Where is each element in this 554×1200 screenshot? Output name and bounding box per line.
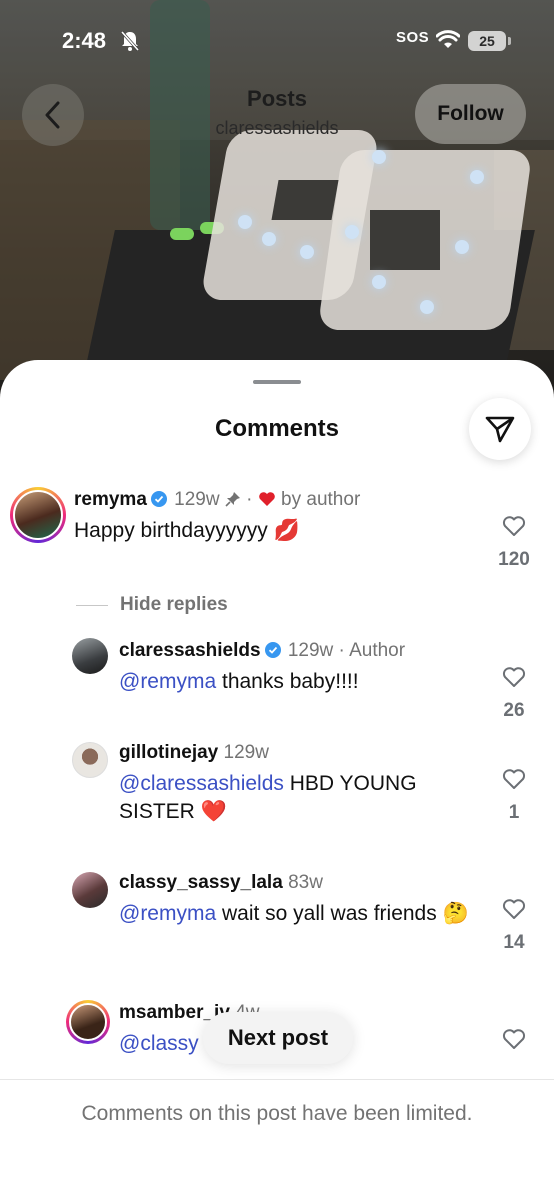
reply-username[interactable]: classy_sassy_lala bbox=[119, 872, 283, 893]
reply-item: gillotinejay 129w @claressashields HBD Y… bbox=[0, 738, 554, 838]
like-count: 14 bbox=[503, 932, 525, 953]
divider bbox=[0, 1079, 554, 1080]
heart-outline-icon[interactable] bbox=[502, 898, 526, 925]
comments-sheet: Comments remyma 129w · by author Happy b… bbox=[0, 360, 554, 1200]
mention-link[interactable]: @classy bbox=[119, 1032, 199, 1055]
reply-username[interactable]: gillotinejay bbox=[119, 742, 218, 763]
reply-time: 129w bbox=[223, 742, 269, 763]
heart-outline-icon[interactable] bbox=[502, 1028, 526, 1055]
wifi-icon bbox=[435, 30, 461, 55]
liked-heart-icon bbox=[258, 489, 276, 510]
bell-slash-icon bbox=[120, 30, 140, 57]
reply-time: 83w bbox=[288, 872, 323, 893]
reply-text: @remyma thanks baby!!!! bbox=[119, 670, 359, 693]
next-post-button[interactable]: Next post bbox=[203, 1012, 353, 1064]
reply-text: @claressashields HBD YOUNG SISTER ❤️ bbox=[119, 772, 417, 823]
reply-item: classy_sassy_lala 83w @remyma wait so ya… bbox=[0, 868, 554, 968]
mention-link[interactable]: @claressashields bbox=[119, 772, 284, 795]
battery-indicator: 25 bbox=[468, 31, 511, 51]
hide-replies-button[interactable]: Hide replies bbox=[120, 594, 228, 616]
liked-by-author: by author bbox=[281, 489, 361, 510]
like-count: 26 bbox=[503, 700, 525, 721]
heart-outline-icon[interactable] bbox=[502, 666, 526, 693]
reply-text: @remyma wait so yall was friends 🤔 bbox=[119, 902, 469, 925]
status-bar: 2:48 SOS 25 bbox=[0, 0, 554, 84]
avatar[interactable] bbox=[72, 742, 108, 778]
verified-badge-icon bbox=[150, 491, 167, 513]
sheet-grabber[interactable] bbox=[253, 380, 301, 384]
like-count: 120 bbox=[498, 549, 530, 570]
author-badge: Author bbox=[349, 640, 406, 661]
divider bbox=[76, 605, 108, 606]
avatar[interactable] bbox=[66, 1000, 110, 1044]
heart-outline-icon[interactable] bbox=[502, 768, 526, 795]
verified-badge-icon bbox=[264, 642, 281, 664]
comment-item: remyma 129w · by author Happy birthdayyy… bbox=[0, 485, 554, 575]
mention-link[interactable]: @remyma bbox=[119, 902, 216, 925]
pin-icon bbox=[225, 489, 241, 510]
avatar[interactable] bbox=[10, 487, 66, 543]
avatar[interactable] bbox=[72, 872, 108, 908]
comment-text: Happy birthdayyyyyy 💋 bbox=[74, 519, 300, 542]
reply-item: claressashields 129w · Author @remyma th… bbox=[0, 636, 554, 726]
comment-time: 129w bbox=[174, 489, 220, 510]
follow-button[interactable]: Follow bbox=[415, 84, 526, 144]
comment-username[interactable]: remyma bbox=[74, 489, 147, 510]
comments-limited-notice: Comments on this post have been limited. bbox=[81, 1102, 473, 1125]
avatar[interactable] bbox=[72, 638, 108, 674]
status-time: 2:48 bbox=[62, 28, 107, 53]
sos-indicator: SOS bbox=[396, 29, 430, 46]
share-button[interactable] bbox=[469, 398, 531, 460]
like-count: 1 bbox=[508, 802, 520, 823]
heart-outline-icon[interactable] bbox=[502, 515, 526, 542]
reply-username[interactable]: claressashields bbox=[119, 640, 261, 661]
mention-link[interactable]: @remyma bbox=[119, 670, 216, 693]
reply-time: 129w bbox=[287, 640, 334, 661]
send-icon bbox=[485, 416, 515, 443]
